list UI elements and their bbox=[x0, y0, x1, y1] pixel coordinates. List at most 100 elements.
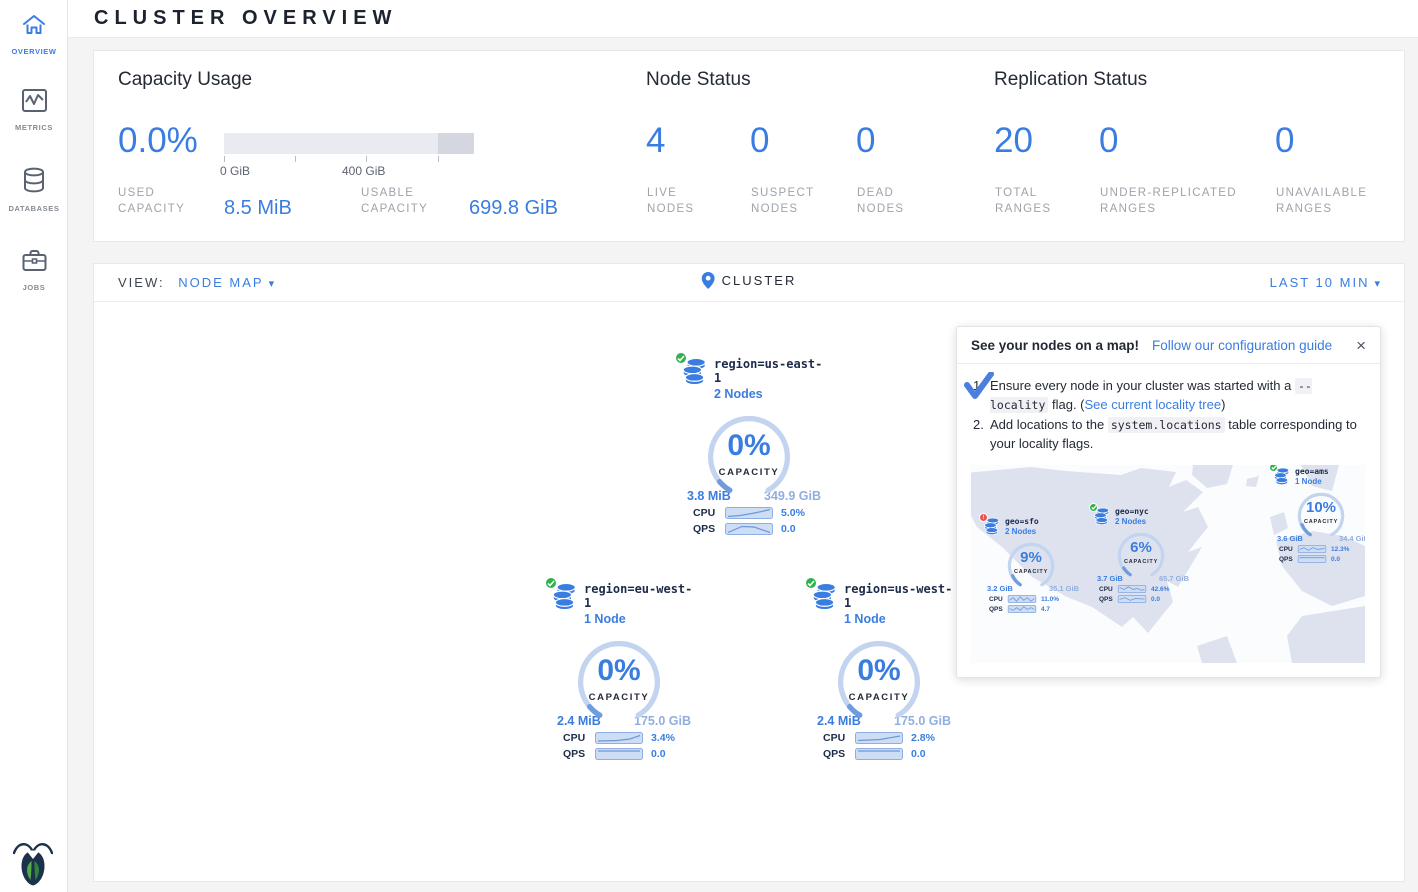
check-icon bbox=[964, 372, 994, 400]
healthy-status-icon bbox=[674, 351, 688, 365]
capacity-bar-used-segment bbox=[438, 133, 474, 154]
capacity-tick bbox=[366, 156, 367, 162]
cpu-label: CPU bbox=[1099, 586, 1117, 593]
cpu-value: 2.8% bbox=[911, 732, 935, 744]
warning-status-icon: ! bbox=[979, 513, 988, 522]
capacity-usage-title: Capacity Usage bbox=[118, 69, 252, 91]
capacity-gauge: 6% CAPACITY bbox=[1114, 529, 1168, 583]
cluster-summary-panel: Capacity Usage 0.0% 0 GiB 400 GiB USED C… bbox=[93, 50, 1405, 242]
sidebar-item-label: METRICS bbox=[0, 123, 68, 132]
cpu-label: CPU bbox=[1279, 546, 1297, 553]
used-capacity-value: 8.5 MiB bbox=[224, 197, 292, 220]
cpu-value: 5.0% bbox=[781, 507, 805, 519]
home-icon bbox=[21, 13, 47, 37]
capacity-tick bbox=[438, 156, 439, 162]
cpu-label: CPU bbox=[989, 596, 1007, 603]
step-number: 2. bbox=[973, 416, 990, 452]
cockroachdb-logo bbox=[13, 840, 53, 886]
under-replicated-ranges-value: 0 bbox=[1099, 121, 1118, 161]
dead-nodes-label: DEAD NODES bbox=[857, 185, 937, 217]
qps-sparkline bbox=[1117, 595, 1147, 603]
sidebar-item-databases[interactable]: DATABASES bbox=[0, 167, 68, 213]
used-capacity-label: USED CAPACITY bbox=[118, 185, 208, 217]
region-label: region=us-east-1 bbox=[714, 357, 829, 385]
qps-sparkline bbox=[1007, 605, 1037, 613]
usable-capacity-label: USABLE CAPACITY bbox=[361, 185, 451, 217]
total-ranges-value: 20 bbox=[994, 121, 1033, 161]
total-ranges-label: TOTAL RANGES bbox=[995, 185, 1075, 217]
healthy-status-icon bbox=[804, 576, 818, 590]
capacity-label: CAPACITY bbox=[1004, 569, 1058, 575]
page-title: CLUSTER OVERVIEW bbox=[94, 7, 397, 30]
locality-tree-link[interactable]: See current locality tree bbox=[1085, 397, 1222, 412]
view-label: VIEW: bbox=[118, 275, 165, 290]
replication-status-title: Replication Status bbox=[994, 69, 1147, 91]
capacity-percent: 0.0% bbox=[118, 121, 198, 161]
capacity-tick bbox=[295, 156, 296, 162]
chevron-down-icon: ▾ bbox=[269, 278, 275, 290]
jobs-icon bbox=[21, 248, 48, 273]
cpu-sparkline bbox=[595, 732, 643, 744]
qps-sparkline bbox=[725, 523, 773, 535]
time-range-dropdown[interactable]: LAST 10 MIN▾ bbox=[1270, 275, 1380, 290]
sidebar: OVERVIEW METRICS DATABASES JOBS bbox=[0, 0, 68, 892]
capacity-label: CAPACITY bbox=[831, 692, 927, 703]
sidebar-item-overview[interactable]: OVERVIEW bbox=[0, 13, 68, 56]
unavailable-ranges-label: UNAVAILABLE RANGES bbox=[1276, 185, 1386, 217]
qps-label: QPS bbox=[989, 606, 1007, 613]
capacity-tick-label: 0 GiB bbox=[220, 164, 250, 178]
qps-sparkline bbox=[595, 748, 643, 760]
view-mode-dropdown[interactable]: NODE MAP▾ bbox=[178, 275, 274, 290]
capacity-gauge: 0% CAPACITY bbox=[571, 634, 667, 730]
capacity-gauge: 0% CAPACITY bbox=[701, 409, 797, 505]
capacity-tick-label: 400 GiB bbox=[342, 164, 385, 178]
step-text: Ensure every node in your cluster was st… bbox=[990, 377, 1364, 414]
qps-value: 0.0 bbox=[651, 748, 666, 760]
system-locations-code: system.locations bbox=[1108, 417, 1225, 433]
cpu-value: 3.4% bbox=[651, 732, 675, 744]
mini-node-nyc: geo=nyc 2 Nodes 6% CAPACITY 3.7 GiB 65.7… bbox=[1089, 507, 1193, 603]
cpu-sparkline bbox=[725, 507, 773, 519]
capacity-percent: 6% bbox=[1114, 539, 1168, 556]
capacity-percent: 0% bbox=[571, 654, 667, 688]
qps-label: QPS bbox=[1099, 596, 1117, 603]
sidebar-item-jobs[interactable]: JOBS bbox=[0, 248, 68, 292]
capacity-gauge: 0% CAPACITY bbox=[831, 634, 927, 730]
node-group-eu-west-1: region=eu-west-1 1 Node 0% CAPACITY 2.4 … bbox=[539, 582, 699, 760]
qps-value: 0.0 bbox=[1151, 596, 1160, 603]
nodes-link: 1 Node bbox=[1295, 477, 1329, 486]
cpu-sparkline bbox=[855, 732, 903, 744]
nodes-link[interactable]: 1 Node bbox=[844, 612, 959, 626]
capacity-percent: 10% bbox=[1294, 499, 1348, 516]
capacity-gauge: 10% CAPACITY bbox=[1294, 489, 1348, 543]
qps-value: 0.0 bbox=[781, 523, 796, 535]
cpu-value: 11.0% bbox=[1041, 596, 1059, 603]
region-label: region=us-west-1 bbox=[844, 582, 959, 610]
dead-nodes-value: 0 bbox=[856, 121, 875, 161]
qps-label: QPS bbox=[693, 523, 725, 535]
qps-label: QPS bbox=[563, 748, 595, 760]
cpu-label: CPU bbox=[563, 732, 595, 744]
mini-node-sfo: ! geo=sfo 2 Nodes 9% CAPACITY bbox=[979, 517, 1083, 613]
chevron-down-icon: ▾ bbox=[1374, 278, 1380, 290]
popup-title: See your nodes on a map! bbox=[971, 338, 1139, 353]
breadcrumb[interactable]: CLUSTER bbox=[702, 272, 797, 289]
capacity-gauge: 9% CAPACITY bbox=[1004, 539, 1058, 593]
suspect-nodes-label: SUSPECT NODES bbox=[751, 185, 841, 217]
close-icon[interactable]: × bbox=[1356, 337, 1366, 354]
nodes-link[interactable]: 1 Node bbox=[584, 612, 699, 626]
cpu-label: CPU bbox=[693, 507, 725, 519]
live-nodes-label: LIVE NODES bbox=[647, 185, 727, 217]
sidebar-item-metrics[interactable]: METRICS bbox=[0, 88, 68, 132]
location-pin-icon bbox=[702, 272, 715, 289]
node-group-us-east-1: region=us-east-1 2 Nodes 0% CAPACITY 3.8… bbox=[669, 357, 829, 535]
node-map-canvas: region=us-east-1 2 Nodes 0% CAPACITY 3.8… bbox=[94, 302, 1404, 881]
mini-node-ams: geo=ams 1 Node 10% CAPACITY 3.6 GiB 34.4… bbox=[1269, 467, 1365, 563]
node-status-title: Node Status bbox=[646, 69, 751, 91]
cpu-value: 42.6% bbox=[1151, 586, 1169, 593]
cpu-sparkline bbox=[1117, 585, 1147, 593]
popup-step-2: 2. Add locations to the system.locations… bbox=[973, 416, 1364, 452]
configuration-guide-link[interactable]: Follow our configuration guide bbox=[1152, 338, 1332, 353]
example-node-map-image: ! geo=sfo 2 Nodes 9% CAPACITY bbox=[971, 465, 1365, 663]
nodes-link[interactable]: 2 Nodes bbox=[714, 387, 829, 401]
